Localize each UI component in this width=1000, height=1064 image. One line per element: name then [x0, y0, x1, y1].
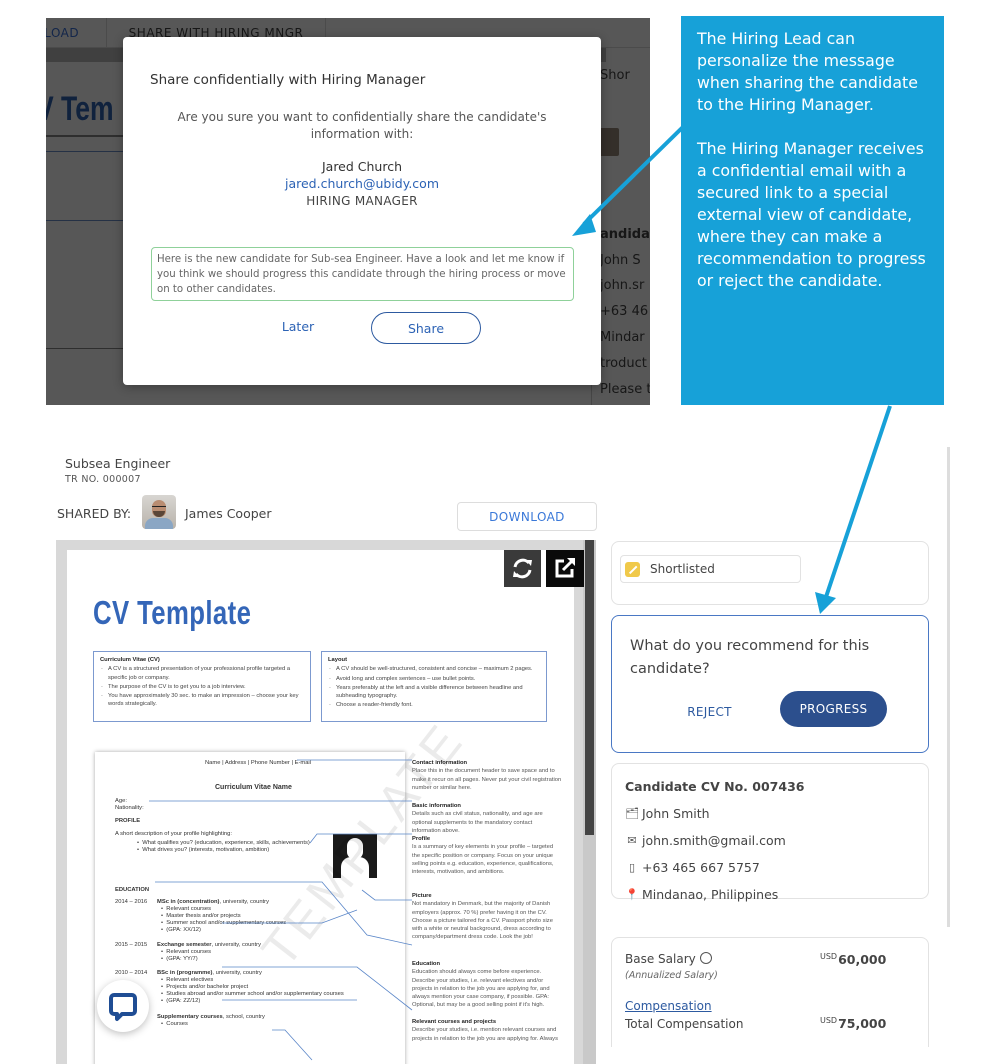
annotation-education: Education Education should always come be… [412, 961, 550, 1009]
callout-paragraph: The Hiring Lead can personalize the mess… [697, 29, 918, 114]
candidate-location-row: 📍 Mindanao, Philippines [625, 887, 778, 902]
shared-by-name: James Cooper [185, 506, 272, 521]
recipient-email[interactable]: jared.church@ubidy.com [123, 176, 601, 191]
annotation-contact: Contact information Place this in the doc… [412, 760, 562, 791]
pencil-icon [625, 561, 640, 577]
shared-by-label: SHARED BY: [57, 506, 132, 521]
recommend-card: What do you recommend for this candidate… [611, 615, 929, 753]
candidate-location: Mindanao, Philippines [642, 887, 779, 902]
total-compensation-value: USD75,000 [820, 1016, 887, 1031]
share-modal: Share confidentially with Hiring Manager… [123, 37, 601, 385]
envelope-icon: ✉ [627, 834, 637, 847]
candidate-card: Candidate CV No. 007436 🗂 John Smith ✉ j… [611, 763, 929, 902]
chat-button[interactable] [97, 980, 149, 1032]
message-textarea[interactable]: Here is the new candidate for Sub-sea En… [151, 247, 574, 301]
status-label: Shortlisted [650, 562, 715, 576]
id-card-icon: 🗂 [625, 807, 639, 820]
annotation-picture: Picture Not mandatory in Denmark, but the… [412, 893, 553, 941]
share-modal-screenshot: VNLOAD SHARE WITH HIRING MNGR V Tem Shor… [46, 18, 650, 405]
clock-icon [699, 952, 712, 964]
map-pin-icon: 📍 [625, 888, 639, 901]
annotation-courses: Relevant courses and projects Describe yo… [412, 1019, 558, 1042]
candidate-name: John Smith [642, 806, 710, 821]
cv-scrollbar-thumb[interactable] [585, 540, 594, 835]
total-compensation-label: Total Compensation [625, 1017, 744, 1031]
explanation-callout: The Hiring Lead can personalize the mess… [681, 16, 944, 405]
status-card: Shortlisted [611, 541, 929, 605]
annotation-profile: Profile Is a summary of key elements in y… [412, 836, 554, 876]
recipient-role: HIRING MANAGER [306, 194, 418, 208]
candidate-phone-row: ▯ +63 465 667 5757 [625, 860, 760, 875]
callout-paragraph: The Hiring Manager receives a confidenti… [697, 139, 926, 290]
modal-title: Share confidentially with Hiring Manager [150, 72, 426, 88]
download-button[interactable]: DOWNLOAD [457, 502, 597, 531]
tr-number: TR NO. 000007 [65, 474, 141, 485]
base-salary-value: USD60,000 [820, 952, 887, 967]
job-title: Subsea Engineer [65, 456, 171, 471]
recipient-name: Jared Church [321, 159, 403, 174]
external-candidate-view-screenshot: Subsea Engineer TR NO. 000007 SHARED BY:… [46, 447, 954, 1064]
annotation-basic: Basic information Details such as civil s… [412, 803, 543, 834]
refresh-icon [513, 558, 532, 579]
candidate-name-row: 🗂 John Smith [625, 806, 710, 821]
open-external-button[interactable] [546, 550, 584, 587]
salary-card: Base Salary (Annualized Salary) USD60,00… [611, 937, 929, 1047]
modal-question: Are you sure you want to confidentially … [177, 110, 547, 141]
candidate-cv-title: Candidate CV No. 007436 [625, 779, 805, 794]
candidate-phone: +63 465 667 5757 [642, 860, 760, 875]
external-link-icon [555, 558, 575, 578]
avatar [142, 495, 176, 529]
mobile-phone-icon: ▯ [628, 861, 636, 874]
share-button[interactable]: Share [371, 312, 481, 344]
recommend-question: What do you recommend for this candidate… [630, 638, 870, 677]
base-salary-subtitle: (Annualized Salary) [625, 970, 718, 981]
reject-button[interactable]: REJECT [672, 694, 747, 729]
refresh-button[interactable] [504, 550, 541, 587]
progress-button[interactable]: PROGRESS [780, 691, 887, 727]
base-salary-label: Base Salary [625, 952, 712, 966]
chat-icon [109, 993, 137, 1021]
page-scrollbar[interactable] [947, 447, 950, 927]
candidate-email-row: ✉ john.smith@gmail.com [625, 833, 786, 848]
later-button[interactable]: Later [263, 319, 333, 334]
candidate-email[interactable]: john.smith@gmail.com [642, 833, 786, 848]
status-dropdown[interactable]: Shortlisted [620, 555, 801, 583]
compensation-link[interactable]: Compensation [625, 999, 712, 1013]
